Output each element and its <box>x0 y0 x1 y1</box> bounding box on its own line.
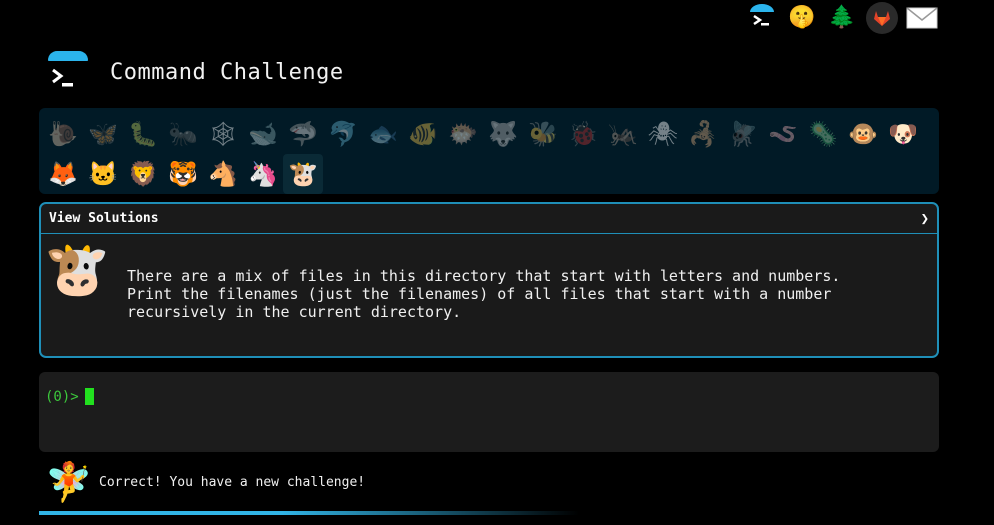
shark-icon[interactable]: 🦈 <box>283 114 323 154</box>
shush-face-icon[interactable]: 🤫 <box>786 2 818 34</box>
dolphin-icon[interactable]: 🐬 <box>323 114 363 154</box>
logo-icon[interactable] <box>44 47 94 97</box>
butterfly-icon[interactable]: 🦋 <box>83 114 123 154</box>
terminal-umbrella-icon[interactable] <box>746 2 778 34</box>
view-solutions-toggle[interactable]: View Solutions ❯ <box>41 204 937 234</box>
tropical-fish-icon[interactable]: 🐠 <box>403 114 443 154</box>
terminal-prompt: (0)> <box>45 388 79 405</box>
tiger-icon[interactable]: 🐯 <box>163 154 203 194</box>
spider-web-icon[interactable]: 🕸 <box>203 114 243 154</box>
page-title: Command Challenge <box>110 59 344 85</box>
bee-icon[interactable]: 🐝 <box>523 114 563 154</box>
blowfish-icon[interactable]: 🐡 <box>443 114 483 154</box>
fox-icon[interactable]: 🦊 <box>43 154 83 194</box>
ladybug-icon[interactable]: 🐞 <box>563 114 603 154</box>
status-text: Correct! You have a new challenge! <box>99 474 366 490</box>
challenge-panel: View Solutions ❯ 🐮 There are a mix of fi… <box>39 202 939 358</box>
challenge-animal-strip: 🐌 🦋 🐛 🐜 🕸 🐋 🦈 🐬 🐟 🐠 🐡 🐺 🐝 🐞 🦗 🕷 🦂 🪰 🪱 🦠 🐵 🐶 🦊 🐱 🦁 🐯 🐴 🦄 🐮 <box>39 108 939 194</box>
mail-svg <box>906 7 938 29</box>
lion-icon[interactable]: 🦁 <box>123 154 163 194</box>
worm-icon[interactable]: 🪱 <box>763 114 803 154</box>
monkey-icon[interactable]: 🐵 <box>843 114 883 154</box>
top-icon-bar: 🤫 🌲 <box>746 0 938 36</box>
cow-icon[interactable]: 🐮 <box>283 154 323 194</box>
mail-icon[interactable] <box>906 2 938 34</box>
challenge-description: There are a mix of files in this directo… <box>127 267 841 321</box>
ant-icon[interactable]: 🐜 <box>163 114 203 154</box>
spider-icon[interactable]: 🕷 <box>643 114 683 154</box>
logo-prompt-svg <box>52 68 73 87</box>
wolf-icon[interactable]: 🐺 <box>483 114 523 154</box>
terminal-cursor <box>84 388 94 405</box>
caterpillar-icon[interactable]: 🐛 <box>123 114 163 154</box>
progress-bar <box>39 511 579 515</box>
snail-icon[interactable]: 🐌 <box>43 114 83 154</box>
cat-icon[interactable]: 🐱 <box>83 154 123 194</box>
logo-umbrella <box>48 51 88 61</box>
prompt-line[interactable]: (0)> <box>45 388 933 405</box>
unicorn-icon[interactable]: 🦄 <box>243 154 283 194</box>
scorpion-icon[interactable]: 🦂 <box>683 114 723 154</box>
challenge-body: 🐮 There are a mix of files in this direc… <box>41 234 937 356</box>
cricket-icon[interactable]: 🦗 <box>603 114 643 154</box>
horse-icon[interactable]: 🐴 <box>203 154 243 194</box>
cow-icon: 🐮 <box>44 240 110 300</box>
view-solutions-label: View Solutions <box>49 211 159 226</box>
gitlab-svg <box>874 11 890 26</box>
status-message: 🧚 Correct! You have a new challenge! <box>45 460 366 504</box>
terminal-umbrella-svg <box>750 4 774 26</box>
whale-icon[interactable]: 🐋 <box>243 114 283 154</box>
chevron-right-icon: ❯ <box>920 210 929 227</box>
fly-icon[interactable]: 🪰 <box>723 114 763 154</box>
fish-icon[interactable]: 🐟 <box>363 114 403 154</box>
page-header: Command Challenge <box>44 44 344 100</box>
tree-icon[interactable]: 🌲 <box>826 2 858 34</box>
microbe-icon[interactable]: 🦠 <box>803 114 843 154</box>
fairy-icon: 🧚 <box>45 460 93 504</box>
dog-icon[interactable]: 🐶 <box>883 114 923 154</box>
terminal-input-area[interactable]: (0)> <box>39 372 939 452</box>
gitlab-icon[interactable] <box>866 2 898 34</box>
